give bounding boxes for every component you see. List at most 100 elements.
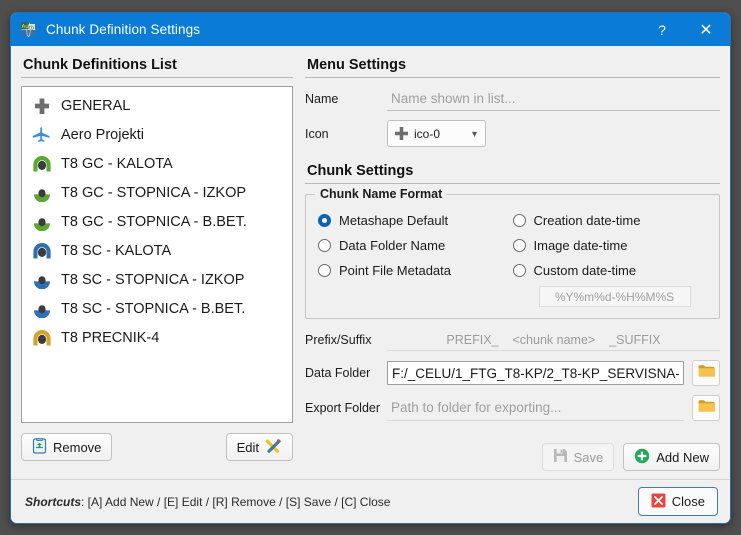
close-window-button[interactable]: ✕	[684, 13, 728, 46]
radio-data-folder-name[interactable]: Data Folder Name	[318, 233, 513, 258]
radio-creation-date-time[interactable]: Creation date-time	[512, 208, 708, 233]
svg-text:Au: Au	[22, 24, 29, 30]
radio-column-right: Creation date-time Image date-time Custom …	[512, 208, 708, 307]
recycle-bin-icon	[32, 437, 47, 457]
list-item-label: Aero Projekti	[61, 126, 145, 143]
radio-image-date-time[interactable]: Image date-time	[512, 233, 708, 258]
folder-icon	[698, 364, 715, 383]
left-pane: Chunk Definitions List GENERAL Aero Proje…	[21, 54, 293, 479]
save-button-label: Save	[573, 449, 604, 465]
arch-half-icon	[30, 269, 54, 291]
dialog-body: Chunk Definitions List GENERAL Aero Proje…	[11, 46, 730, 479]
list-item[interactable]: T8 GC - STOPNICA - B.BET.	[24, 207, 290, 236]
window-title: Chunk Definition Settings	[46, 22, 201, 37]
arch-half-icon	[30, 182, 54, 204]
radio-label: Metashape Default	[339, 213, 449, 228]
suffix-text: _SUFFIX	[609, 332, 661, 347]
chunk-definitions-list[interactable]: GENERAL Aero Projekti T8 GC - KALOTA T8 GC …	[21, 86, 293, 423]
shortcuts-title: Shortcuts	[25, 494, 82, 509]
prefix-suffix-label: Prefix/Suffix	[305, 333, 372, 347]
add-new-button[interactable]: Add New	[623, 443, 720, 471]
chunk-name-format-options: Metashape Default Data Folder Name Point F…	[318, 208, 707, 307]
radio-label: Custom date-time	[533, 263, 637, 278]
list-item-label: T8 SC - KALOTA	[61, 242, 172, 259]
close-dialog-button[interactable]: Close	[637, 487, 718, 516]
arch-half-icon	[30, 298, 54, 320]
add-circle-icon	[634, 448, 650, 467]
help-button[interactable]: ?	[640, 13, 684, 46]
folder-icon	[698, 399, 715, 418]
icon-field-row: Icon ico-0 ▾	[305, 120, 720, 147]
chunk-name-format-title: Chunk Name Format	[315, 187, 448, 201]
menu-settings-header: Menu Settings	[305, 54, 720, 78]
export-folder-label: Export Folder	[305, 401, 381, 415]
edit-button[interactable]: Edit	[225, 433, 293, 461]
arch-full-icon	[30, 327, 54, 349]
radio-indicator	[318, 214, 331, 227]
arch-full-icon	[30, 240, 54, 262]
icon-label: Icon	[305, 126, 329, 141]
close-dialog-label: Close	[671, 494, 705, 509]
shortcuts-text: : [A] Add New / [E] Edit / [R] Remove / …	[81, 494, 391, 509]
list-item[interactable]: T8 GC - STOPNICA - IZKOP	[24, 178, 290, 207]
icon-select[interactable]: ico-0	[387, 120, 486, 147]
data-folder-input[interactable]	[387, 361, 684, 385]
name-input[interactable]	[387, 86, 720, 111]
list-item-label: T8 GC - KALOTA	[61, 155, 173, 172]
list-item[interactable]: T8 SC - STOPNICA - IZKOP	[24, 265, 290, 294]
list-item[interactable]: T8 SC - STOPNICA - B.BET.	[24, 294, 290, 323]
list-item-label: GENERAL	[61, 97, 131, 114]
prefix-suffix-preview: PREFIX_ <chunk name> _SUFFIX	[387, 329, 720, 351]
edit-button-label: Edit	[236, 439, 259, 455]
chunk-settings-header: Chunk Settings	[305, 160, 720, 184]
radio-indicator	[512, 239, 526, 252]
radio-custom-date-time[interactable]: Custom date-time	[512, 258, 708, 283]
export-folder-input[interactable]	[387, 395, 684, 421]
tools-cross-icon	[265, 438, 282, 457]
status-bar: Shortcuts: [A] Add New / [E] Edit / [R] …	[11, 479, 730, 523]
save-button[interactable]: Save	[541, 443, 615, 471]
chunk-name-placeholder-text: <chunk name>	[512, 332, 596, 347]
data-folder-label: Data Folder	[305, 366, 371, 380]
radio-indicator	[512, 264, 526, 277]
export-folder-row: Export Folder	[305, 395, 720, 421]
close-x-icon	[651, 493, 666, 511]
arch-half-icon	[30, 211, 54, 233]
app-logo-icon: Au tb	[20, 21, 37, 38]
list-item-label: T8 GC - STOPNICA - B.BET.	[61, 213, 247, 230]
radio-column-left: Metashape Default Data Folder Name Point F…	[318, 208, 513, 307]
custom-date-time-pattern[interactable]: %Y%m%d-%H%M%S	[538, 286, 691, 307]
data-folder-row: Data Folder	[305, 360, 720, 386]
prefix-text: PREFIX_	[446, 332, 499, 347]
list-item[interactable]: Aero Projekti	[24, 120, 290, 149]
radio-metashape-default[interactable]: Metashape Default	[318, 208, 513, 233]
list-item[interactable]: T8 SC - KALOTA	[24, 236, 290, 265]
name-label: Name	[305, 91, 339, 106]
data-folder-browse-button[interactable]	[692, 360, 720, 386]
radio-label: Point File Metadata	[339, 263, 452, 278]
export-folder-browse-button[interactable]	[692, 395, 720, 421]
remove-button-label: Remove	[53, 439, 102, 455]
list-item[interactable]: T8 PRECNIK-4	[24, 323, 290, 352]
radio-indicator	[318, 239, 331, 252]
list-item[interactable]: T8 GC - KALOTA	[24, 149, 290, 178]
radio-label: Creation date-time	[533, 213, 641, 228]
list-item-label: T8 GC - STOPNICA - IZKOP	[61, 184, 247, 201]
plus-icon	[30, 95, 54, 117]
chunk-name-format-group: Chunk Name Format Metashape Default Data …	[305, 187, 720, 319]
list-item-label: T8 PRECNIK-4	[61, 329, 160, 346]
title-bar: Au tb Chunk Definition Settings ? ✕	[11, 13, 730, 46]
svg-text:tb: tb	[29, 25, 34, 31]
radio-indicator	[512, 214, 526, 227]
remove-button[interactable]: Remove	[21, 433, 113, 461]
save-add-buttons: Save Add New	[305, 443, 720, 471]
radio-point-file-metadata[interactable]: Point File Metadata	[318, 258, 513, 283]
list-item-label: T8 SC - STOPNICA - B.BET.	[61, 300, 246, 317]
list-action-buttons: Remove Edit	[21, 433, 293, 461]
chunk-definition-settings-window: Au tb Chunk Definition Settings ? ✕ Chun…	[10, 12, 731, 524]
right-pane: Menu Settings Name Icon ico-0 ▾	[305, 54, 720, 479]
radio-label: Data Folder Name	[339, 238, 446, 253]
list-item[interactable]: GENERAL	[24, 91, 290, 120]
desktop-background: Au tb Chunk Definition Settings ? ✕ Chun…	[0, 0, 741, 535]
arch-full-icon	[30, 153, 54, 175]
